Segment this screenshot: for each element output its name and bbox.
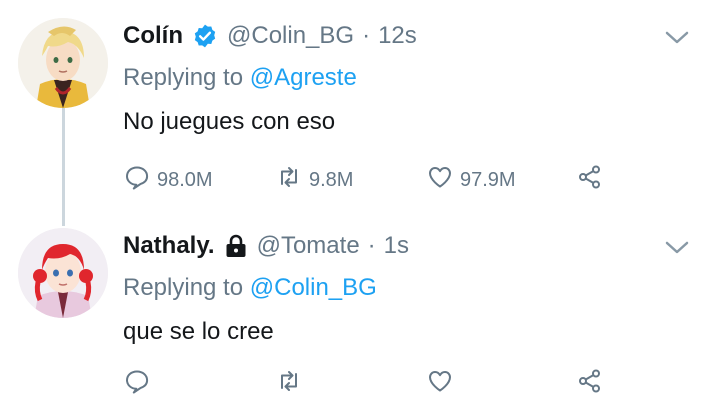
separator-dot: · (367, 232, 376, 259)
tweet-header: Colín @Colin_BG · 12s (123, 22, 417, 50)
tweet-text: que se lo cree (123, 318, 274, 345)
reply-button[interactable]: 98.0M (123, 163, 213, 197)
display-name[interactable]: Colín (123, 22, 183, 50)
like-button[interactable]: 97.9M (426, 163, 516, 197)
user-handle[interactable]: @Colin_BG (227, 22, 354, 50)
chevron-down-icon[interactable] (664, 240, 690, 256)
retweet-icon (275, 163, 303, 197)
lock-icon (224, 233, 248, 259)
replying-label: Replying to (123, 64, 244, 91)
separator-dot: · (362, 22, 371, 49)
display-name[interactable]: Nathaly. (123, 232, 215, 260)
chevron-down-icon[interactable] (664, 30, 690, 46)
retweet-button[interactable]: 9.8M (275, 163, 353, 197)
replying-to: Replying to @Colin_BG (123, 274, 377, 302)
tweet[interactable]: Nathaly. @Tomate · 1s Replying to @Colin… (0, 210, 720, 417)
like-icon (426, 163, 454, 197)
tweet[interactable]: Colín @Colin_BG · 12s Replying to @Agres… (0, 0, 720, 210)
reply-icon (123, 367, 151, 401)
share-icon (576, 163, 604, 197)
verified-icon (192, 23, 218, 49)
like-icon (426, 367, 454, 401)
user-handle[interactable]: @Tomate (257, 232, 360, 260)
timestamp[interactable]: 12s (378, 22, 417, 50)
mention-link[interactable]: @Agreste (250, 64, 357, 91)
reply-icon (123, 163, 151, 197)
reply-count: 98.0M (157, 168, 213, 191)
replying-label: Replying to (123, 274, 244, 301)
avatar[interactable] (18, 228, 108, 318)
retweet-button[interactable] (275, 367, 303, 401)
tweet-text: No juegues con eso (123, 108, 336, 135)
tweet-actions (123, 367, 683, 399)
like-count: 97.9M (460, 168, 516, 191)
tweet-header: Nathaly. @Tomate · 1s (123, 232, 409, 260)
share-button[interactable] (576, 367, 604, 401)
mention-link[interactable]: @Colin_BG (250, 274, 377, 301)
like-button[interactable] (426, 367, 454, 401)
avatar[interactable] (18, 18, 108, 108)
share-button[interactable] (576, 163, 604, 197)
reply-button[interactable] (123, 367, 151, 401)
tweet-actions: 98.0M 9.8M 97.9M (123, 163, 683, 195)
replying-to: Replying to @Agreste (123, 64, 357, 92)
share-icon (576, 367, 604, 401)
retweet-count: 9.8M (309, 168, 354, 191)
timestamp[interactable]: 1s (384, 232, 409, 260)
retweet-icon (275, 367, 303, 401)
